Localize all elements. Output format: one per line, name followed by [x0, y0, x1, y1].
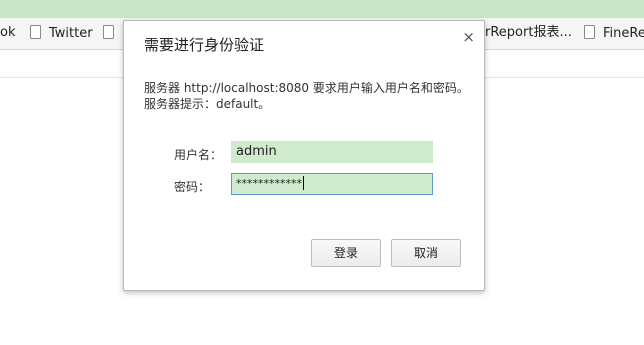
bookmark-label: rReport报表... [485, 25, 572, 40]
password-value: ************ [236, 177, 302, 190]
page-icon [103, 25, 114, 39]
dialog-title: 需要进行身份验证 [144, 36, 265, 54]
cancel-button[interactable]: 取消 [391, 239, 461, 267]
bookmark-item[interactable] [103, 25, 122, 42]
page-icon [30, 25, 41, 39]
bookmark-item[interactable]: ok [0, 25, 15, 41]
bookmark-label: FineRe [603, 26, 644, 41]
username-field[interactable]: admin [231, 141, 433, 163]
dialog-message: 服务器 http://localhost:8080 要求用户输入用户名和密码。 … [144, 80, 469, 112]
auth-dialog: 需要进行身份验证 × 服务器 http://localhost:8080 要求用… [123, 20, 485, 291]
bookmark-item-finereport[interactable]: FineRe [584, 25, 644, 42]
bookmark-item[interactable]: rReport报表... [485, 25, 572, 41]
password-field[interactable]: ************ [231, 173, 433, 195]
text-caret [303, 176, 304, 190]
page-icon [584, 25, 595, 39]
browser-top-strip [0, 0, 644, 18]
username-value: admin [236, 144, 277, 159]
server-request-text: 服务器 http://localhost:8080 要求用户输入用户名和密码。 [144, 81, 469, 95]
server-hint-text: 服务器提示：default。 [144, 97, 271, 111]
bookmark-label: ok [0, 25, 16, 40]
login-button[interactable]: 登录 [311, 239, 381, 267]
close-icon[interactable]: × [462, 28, 475, 46]
username-label: 用户名： [174, 148, 223, 162]
bookmark-label: Twitter [49, 26, 93, 41]
password-label: 密码： [174, 180, 211, 194]
bookmark-item-twitter[interactable]: Twitter [30, 25, 93, 42]
